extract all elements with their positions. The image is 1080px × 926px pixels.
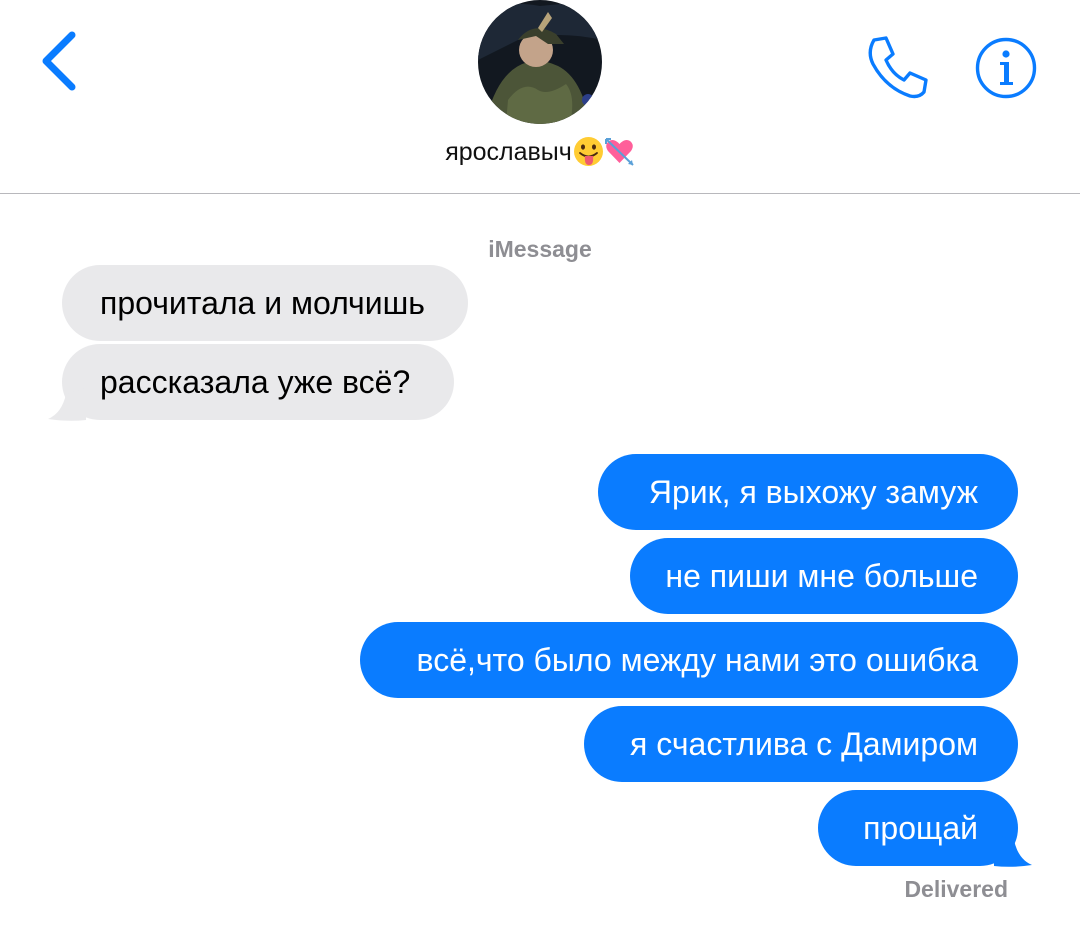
outgoing-message[interactable]: всё,что было между нами это ошибка bbox=[360, 622, 1018, 698]
message-text: не пиши мне больше bbox=[665, 558, 978, 594]
back-button[interactable] bbox=[36, 30, 86, 94]
outgoing-message[interactable]: не пиши мне больше bbox=[630, 538, 1018, 614]
incoming-message[interactable]: прочитала и молчишь bbox=[62, 265, 468, 341]
contact-name: ярославыч bbox=[445, 138, 572, 166]
info-button[interactable] bbox=[975, 37, 1037, 99]
phone-icon bbox=[868, 36, 928, 99]
message-text: рассказала уже всё? bbox=[100, 364, 411, 400]
message-text: всё,что было между нами это ошибка bbox=[416, 642, 978, 678]
message-text: прощай bbox=[863, 810, 978, 846]
chevron-left-icon bbox=[42, 31, 76, 91]
conversation-header: ярославыч bbox=[0, 0, 1080, 194]
info-icon bbox=[975, 37, 1037, 99]
call-button[interactable] bbox=[864, 34, 930, 100]
heart-with-arrow-emoji bbox=[604, 138, 634, 166]
contact-name-row[interactable]: ярославыч bbox=[0, 136, 1080, 167]
service-label: iMessage bbox=[488, 236, 592, 262]
message-text: я счастлива с Дамиром bbox=[630, 726, 978, 762]
outgoing-message[interactable]: Ярик, я выхожу замуж bbox=[598, 454, 1018, 530]
avatar-photo bbox=[478, 0, 602, 124]
message-text: Ярик, я выхожу замуж bbox=[648, 474, 978, 510]
tongue-out-emoji bbox=[573, 137, 603, 166]
contact-avatar[interactable] bbox=[478, 0, 602, 124]
outgoing-message[interactable]: я счастлива с Дамиром bbox=[584, 706, 1018, 782]
incoming-bubble-tail bbox=[48, 388, 86, 421]
outgoing-message[interactable]: прощай bbox=[818, 790, 1018, 866]
delivery-status: Delivered bbox=[904, 876, 1008, 902]
message-text: прочитала и молчишь bbox=[100, 285, 425, 321]
outgoing-bubble-tail bbox=[994, 834, 1032, 867]
incoming-message[interactable]: рассказала уже всё? bbox=[62, 344, 454, 420]
